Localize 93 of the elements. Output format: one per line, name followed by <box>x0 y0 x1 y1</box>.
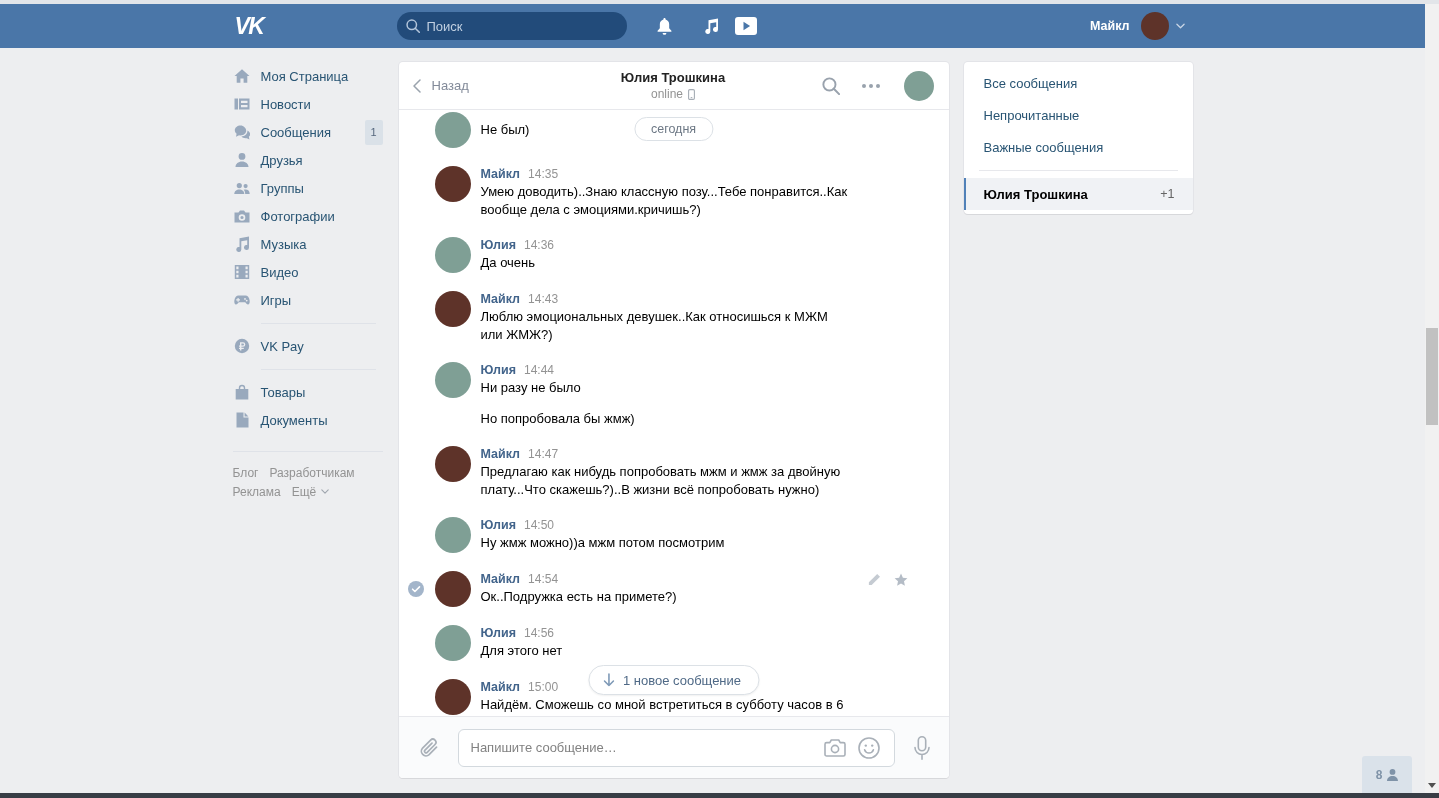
sender-name[interactable]: Юлия <box>480 625 516 642</box>
video-play-icon[interactable] <box>734 17 757 35</box>
search-icon[interactable] <box>821 76 840 95</box>
message-time: 14:43 <box>528 291 559 308</box>
avatar[interactable] <box>434 291 471 327</box>
message-input[interactable]: Напишите сообщение… <box>457 728 895 767</box>
camera-icon[interactable] <box>823 738 846 757</box>
message-time: 14:47 <box>528 446 559 463</box>
filter-item[interactable]: Непрочитанные <box>963 99 1193 131</box>
message-text: Но попробовала бы жмж) <box>480 410 635 428</box>
nav-link[interactable]: Товары <box>232 378 383 406</box>
chat-title: Юлия Трошкина <box>620 69 726 86</box>
nav-link[interactable]: Друзья <box>232 146 383 174</box>
message-time: 14:56 <box>524 625 555 642</box>
sender-name[interactable]: Майкл <box>480 571 521 588</box>
pencil-icon[interactable] <box>866 572 881 587</box>
avatar[interactable] <box>434 446 471 482</box>
new-messages-button[interactable]: 1 новое сообщение <box>587 665 760 695</box>
sender-name[interactable]: Майкл <box>480 679 521 696</box>
message-text: Не был) <box>480 121 530 139</box>
chat-bubbles-icon <box>233 124 250 140</box>
avatar[interactable] <box>434 679 471 715</box>
message-text: Найдём. Сможешь со мной встретиться в субботу часов в 6 <box>480 696 844 714</box>
microphone-icon[interactable] <box>913 735 930 760</box>
nav-link[interactable]: VK Pay <box>232 332 383 360</box>
message-text: Предлагаю как нибудь попробовать мжм и жмж за двойную плату...Что скажешь?)..В жизни всё попробовать нужно) <box>480 463 842 499</box>
scrollbar[interactable] <box>1425 4 1439 793</box>
nav-link[interactable]: Моя Страница <box>232 62 383 90</box>
back-chevron-icon <box>412 78 421 93</box>
vk-logo[interactable]: VK <box>234 16 264 36</box>
search-field[interactable]: Поиск <box>396 12 627 40</box>
avatar[interactable] <box>434 166 471 202</box>
caret-icon <box>1175 23 1185 29</box>
check-circle-icon[interactable] <box>407 581 424 597</box>
sender-name[interactable]: Майкл <box>480 446 521 463</box>
message-time: 14:44 <box>524 362 555 379</box>
message-time: 14:54 <box>528 571 559 588</box>
message-text: Да очень <box>480 254 536 272</box>
search-icon <box>405 19 420 33</box>
paperclip-icon[interactable] <box>418 736 439 759</box>
people-icon <box>233 180 250 196</box>
scrollbar-thumb[interactable] <box>1426 328 1438 425</box>
message-text: Ни разу не было <box>480 379 581 397</box>
sender-name[interactable]: Юлия <box>480 237 516 254</box>
message-time: 15:00 <box>528 679 559 696</box>
shopping-bag-icon <box>233 384 250 400</box>
nav-link[interactable]: Видео <box>232 258 383 286</box>
conversation-item[interactable]: Юлия Трошкина +1 <box>963 178 1193 210</box>
nav-link[interactable]: Группы <box>232 174 383 202</box>
nav-link[interactable]: Документы <box>232 406 383 434</box>
user-name[interactable]: Майкл <box>1089 19 1130 33</box>
message-text: Ок..Подружка есть на примете?) <box>480 588 677 606</box>
message-text: Для этого нет <box>480 642 563 660</box>
message-time: 14:35 <box>528 166 559 183</box>
person-icon <box>1387 768 1399 781</box>
message-time: 14:50 <box>524 517 555 534</box>
smiley-icon[interactable] <box>857 736 880 759</box>
sender-name[interactable]: Майкл <box>480 166 521 183</box>
music-note-icon[interactable] <box>702 18 719 34</box>
person-icon <box>233 152 250 168</box>
arrow-down-icon <box>602 673 614 687</box>
nav-link[interactable]: Новости <box>232 90 383 118</box>
online-status: online <box>651 87 683 102</box>
star-icon[interactable] <box>893 572 908 587</box>
sender-name[interactable]: Майкл <box>480 291 521 308</box>
ruble-coin-icon <box>233 338 250 354</box>
message-text: Ну жмж можно))а мжм потом посмотрим <box>480 534 725 552</box>
nav-link[interactable]: Фотографии <box>232 202 383 230</box>
filter-item[interactable]: Все сообщения <box>963 67 1193 99</box>
unread-badge: 1 <box>364 119 383 145</box>
nav-link[interactable]: Музыка <box>232 230 383 258</box>
scroll-down-icon[interactable] <box>1428 783 1436 788</box>
music-note-icon <box>233 236 250 252</box>
phone-icon <box>688 89 695 100</box>
sender-name[interactable]: Юлия <box>480 362 516 379</box>
message-text: Люблю эмоциональных девушек..Как относишься к МЖМ или ЖМЖ?) <box>480 308 829 344</box>
film-icon <box>233 264 250 280</box>
newspaper-icon <box>233 96 250 112</box>
camera-icon <box>233 208 250 224</box>
message-text: Умею доводить)..Знаю классную позу...Тебе понравится..Как вообще дела с эмоциями.кричишь?) <box>480 183 849 219</box>
home-icon <box>233 68 250 84</box>
filter-item[interactable]: Важные сообщения <box>963 131 1193 163</box>
unread-count: +1 <box>1160 187 1175 201</box>
avatar[interactable] <box>434 571 471 607</box>
nav-link[interactable]: Игры <box>232 286 383 314</box>
more-dots-icon[interactable] <box>861 83 880 88</box>
caret-icon <box>321 489 330 494</box>
bell-icon[interactable] <box>656 17 672 35</box>
message-time: 14:36 <box>524 237 555 254</box>
date-divider: сегодня <box>633 117 714 141</box>
sender-name[interactable]: Юлия <box>480 517 516 534</box>
nav-link[interactable]: Сообщения 1 <box>232 118 383 146</box>
back-link[interactable]: Назад <box>412 78 469 93</box>
